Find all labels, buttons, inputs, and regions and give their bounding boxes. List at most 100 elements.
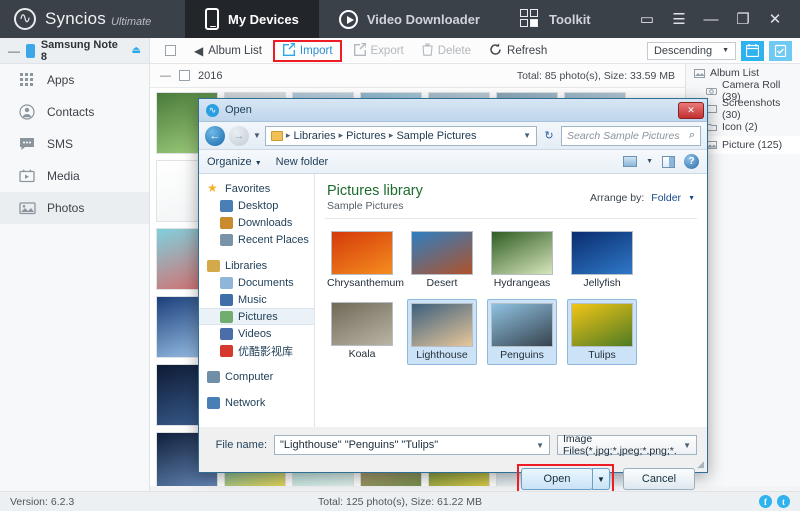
video-icon (220, 327, 233, 340)
nav-item-music[interactable]: Music (199, 291, 314, 308)
file-name-label: Koala (348, 348, 376, 360)
breadcrumb[interactable]: ▸ Libraries ▸ Pictures ▸ Sample Pictures… (264, 125, 537, 146)
import-icon (282, 42, 296, 59)
dialog-body: ★ Favorites Desktop Downloads Recent Places L… (199, 174, 707, 427)
sidebar-item-photos[interactable]: Photos (0, 192, 149, 224)
nav-item-recent-places[interactable]: Recent Places (199, 231, 314, 248)
tab-video-downloader[interactable]: Video Downloader (319, 0, 500, 38)
dialog-command-bar: Organize ▼ New folder ▼ ? (199, 150, 707, 174)
tab-toolkit[interactable]: Toolkit (500, 0, 611, 38)
export-button[interactable]: Export (346, 41, 411, 61)
maximize-icon[interactable]: ❐ (728, 4, 758, 34)
sidebar-item-media[interactable]: Media (0, 160, 149, 192)
nav-item-favorites[interactable]: ★ Favorites (199, 180, 314, 197)
checklist-button[interactable] (769, 40, 792, 61)
file-type-select[interactable]: Image Files(*.jpg;*.jpeg;*.png;*. ▼ (557, 433, 697, 457)
recent-locations-icon[interactable]: ▼ (253, 131, 261, 140)
open-split-button[interactable]: ▼ (592, 468, 610, 490)
sidebar-item-apps[interactable]: Apps (0, 64, 149, 96)
nav-item-pictures[interactable]: Pictures (199, 308, 314, 325)
pictures-icon (220, 310, 233, 323)
nav-item-label: Recent Places (238, 233, 309, 246)
preview-pane-icon[interactable] (662, 155, 675, 168)
file-tile[interactable]: Lighthouse (407, 299, 477, 365)
sidebar-item-contacts[interactable]: Contacts (0, 96, 149, 128)
device-row[interactable]: — Samsung Note 8 ⏏ (0, 38, 149, 64)
eject-icon[interactable]: ⏏ (132, 45, 141, 56)
nav-item-优酷影视库[interactable]: 优酷影视库 (199, 342, 314, 359)
nav-item-videos[interactable]: Videos (199, 325, 314, 342)
resize-grip-icon[interactable]: ◢ (697, 459, 704, 470)
nav-item-documents[interactable]: Documents (199, 274, 314, 291)
menu-icon[interactable]: ☰ (664, 4, 694, 34)
nav-item-libraries[interactable]: Libraries (199, 257, 314, 274)
file-tile[interactable]: Koala (327, 299, 397, 365)
brand-name: Syncios (45, 9, 106, 28)
cancel-button[interactable]: Cancel (623, 468, 695, 490)
youku-icon (220, 344, 233, 357)
nav-item-network[interactable]: Network (199, 394, 314, 411)
facebook-icon[interactable]: f (759, 495, 772, 508)
help-icon[interactable]: ? (684, 154, 699, 169)
tab-my-devices[interactable]: My Devices (185, 0, 319, 38)
refresh-icon[interactable]: ↻ (541, 126, 557, 146)
nav-item-downloads[interactable]: Downloads (199, 214, 314, 231)
group-checkbox[interactable] (179, 70, 190, 81)
breadcrumb-item-pictures[interactable]: Pictures (346, 130, 386, 142)
title-bar: ∿ Syncios Ultimate My Devices Video Down… (0, 0, 800, 38)
dialog-close-button[interactable]: ✕ (678, 101, 704, 119)
file-thumbnail (571, 231, 633, 275)
calendar-button[interactable] (741, 40, 764, 61)
nav-item-computer[interactable]: Computer (199, 368, 314, 385)
file-tile[interactable]: Hydrangeas (487, 228, 557, 292)
breadcrumb-item-sample-pictures[interactable]: Sample Pictures (396, 130, 476, 142)
chevron-down-icon[interactable]: ▼ (523, 131, 531, 140)
organize-menu[interactable]: Organize ▼ (207, 156, 262, 168)
phone-icon (205, 8, 219, 30)
group-collapse-icon[interactable]: — (160, 70, 171, 82)
arrange-by[interactable]: Arrange by: Folder ▼ (590, 183, 695, 204)
refresh-button[interactable]: Refresh (482, 41, 554, 61)
file-name-label: Lighthouse (416, 349, 468, 361)
file-tile[interactable]: Chrysanthemum (327, 228, 404, 292)
file-tile[interactable]: Tulips (567, 299, 637, 365)
album-list-icon (694, 68, 705, 78)
select-all-checkbox[interactable] (165, 45, 176, 56)
album-list-button[interactable]: ◀ Album List (187, 42, 269, 60)
sidebar-item-sms[interactable]: SMS (0, 128, 149, 160)
back-button[interactable]: ← (205, 125, 225, 146)
nav-item-desktop[interactable]: Desktop (199, 197, 314, 214)
new-folder-button[interactable]: New folder (276, 156, 329, 168)
import-highlight: Import (272, 39, 342, 62)
import-button[interactable]: Import (280, 42, 335, 59)
breadcrumb-item-libraries[interactable]: Libraries (293, 130, 335, 142)
twitter-icon[interactable]: t (777, 495, 790, 508)
file-tile[interactable]: Jellyfish (567, 228, 637, 292)
open-button[interactable]: Open (521, 468, 593, 490)
search-input[interactable]: Search Sample Pictures ⌕ (561, 125, 701, 146)
brand-edition: Ultimate (110, 15, 152, 28)
search-icon: ⌕ (688, 129, 695, 141)
forward-button[interactable]: → (229, 125, 249, 146)
collapse-icon[interactable]: — (8, 44, 20, 58)
file-name-input[interactable]: "Lighthouse" "Penguins" "Tulips" ▼ (274, 435, 550, 455)
select-all-checkbox-wrap[interactable] (158, 43, 183, 58)
status-bar: Version: 6.2.3 Total: 125 photo(s), Size… (0, 491, 800, 511)
close-icon[interactable]: ✕ (760, 4, 790, 34)
dialog-address-bar: ← → ▼ ▸ Libraries ▸ Pictures ▸ Sample Pi… (199, 122, 707, 150)
sort-order-select[interactable]: Descending ▼ (646, 41, 736, 60)
chevron-down-icon[interactable]: ▼ (646, 158, 653, 165)
file-tile[interactable]: Desert (407, 228, 477, 292)
album-item-icon-label: Icon (2) (722, 121, 758, 133)
organize-label: Organize (207, 155, 252, 168)
delete-button[interactable]: Delete (415, 41, 478, 61)
feedback-icon[interactable]: ▭ (632, 4, 662, 34)
sidebar-item-apps-label: Apps (47, 73, 75, 87)
chevron-down-icon[interactable]: ▼ (536, 441, 544, 450)
minimize-icon[interactable]: — (696, 4, 726, 34)
file-name-label: Jellyfish (583, 277, 621, 289)
breadcrumb-sep-1: ▸ (338, 130, 344, 140)
file-tile[interactable]: Penguins (487, 299, 557, 365)
view-mode-icon[interactable] (623, 156, 638, 167)
